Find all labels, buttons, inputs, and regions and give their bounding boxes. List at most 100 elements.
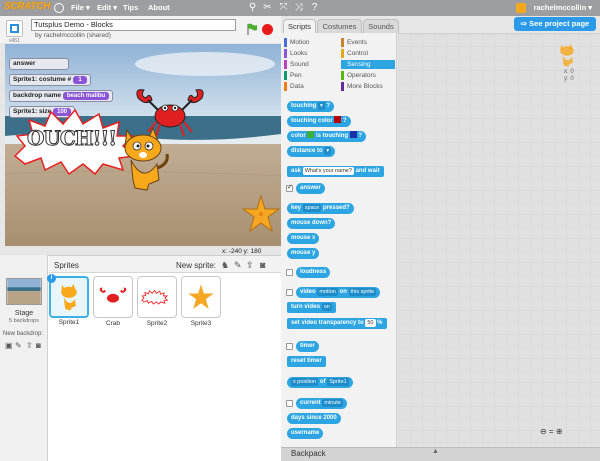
category-pen[interactable]: Pen [284, 71, 338, 80]
attribute-dropdown[interactable]: x position [291, 378, 319, 386]
camera-sprite-icon[interactable]: ◙ [260, 260, 265, 270]
brush-backdrop-icon[interactable]: ✎ [15, 341, 22, 350]
tab-scripts[interactable]: Scripts [283, 19, 316, 33]
monitor-value: beach malibu [62, 92, 110, 100]
paint-sprite-icon[interactable]: ✎ [234, 260, 242, 271]
user-avatar[interactable] [516, 3, 526, 13]
file-menu[interactable]: File ▾ [71, 3, 90, 12]
choose-sprite-icon[interactable]: ♞ [221, 260, 229, 271]
block-set-video-transparency[interactable]: set video transparency to 50 % [287, 318, 387, 329]
category-operators[interactable]: Operators [341, 71, 395, 80]
video-dropdown[interactable]: motion [317, 288, 338, 296]
block-reset-timer[interactable]: reset timer [287, 356, 326, 367]
color-swatch[interactable] [334, 116, 342, 123]
block-color-touching[interactable]: color is touching ? [287, 131, 367, 142]
block-current[interactable]: current minute [296, 398, 347, 409]
block-x-position-of[interactable]: x position of Sprite1 [287, 377, 353, 388]
presentation-mode-button[interactable] [6, 20, 23, 37]
chevron-up-icon[interactable]: ▲ [432, 448, 439, 455]
tab-sounds[interactable]: Sounds [363, 19, 399, 33]
tips-menu[interactable]: Tips [123, 3, 138, 12]
sprite-info-icon[interactable]: i [47, 274, 56, 283]
transparency-input[interactable]: 50 [365, 319, 376, 327]
zoom-controls[interactable]: ⊖ = ⊕ [540, 427, 578, 439]
see-project-page-button[interactable]: ⇨ See project page [514, 17, 596, 31]
shrink-tool-icon[interactable]: ⤨ [293, 2, 304, 13]
category-events[interactable]: Events [341, 38, 395, 47]
turn-video-dropdown[interactable]: on [321, 303, 332, 311]
paint-backdrop-icon[interactable]: ▣ [5, 341, 13, 350]
checkbox-loudness[interactable] [286, 269, 293, 276]
video-target-dropdown[interactable]: this sprite [348, 288, 377, 296]
block-mouse-down[interactable]: mouse down? [287, 218, 336, 229]
grow-tool-icon[interactable]: ⤧ [278, 2, 289, 13]
block-video[interactable]: video motion on this sprite [296, 287, 381, 298]
dropdown[interactable]: ▾ [324, 147, 332, 155]
script-scrollbar[interactable] [592, 40, 596, 440]
block-key-pressed[interactable]: key space pressed? [287, 203, 354, 214]
key-dropdown[interactable]: space [302, 204, 322, 212]
about-menu[interactable]: About [148, 3, 170, 12]
block-username[interactable]: username [287, 428, 324, 439]
block-touching[interactable]: touching ▾ ? [287, 101, 335, 112]
duplicate-tool-icon[interactable]: ⚲ [247, 2, 258, 13]
category-looks[interactable]: Looks [284, 49, 338, 58]
stop-button[interactable] [262, 24, 273, 35]
checkbox-video[interactable] [286, 289, 293, 296]
new-sprite-label: New sprite: [176, 261, 217, 270]
checkbox-timer[interactable] [286, 343, 293, 350]
tab-costumes[interactable]: Costumes [317, 19, 362, 33]
block-touching-color[interactable]: touching color ? [287, 116, 351, 127]
category-more-blocks[interactable]: More Blocks [341, 82, 395, 91]
upload-backdrop-icon[interactable]: ⇪ [26, 341, 33, 350]
block-days-since-2000[interactable]: days since 2000 [287, 413, 341, 424]
category-sensing[interactable]: Sensing [341, 60, 395, 69]
checkbox-current[interactable] [286, 400, 293, 407]
globe-icon[interactable] [54, 3, 64, 13]
color-swatch[interactable] [307, 131, 315, 138]
checkbox-answer[interactable] [286, 183, 293, 192]
current-dropdown[interactable]: minute [322, 399, 343, 407]
target-dropdown[interactable]: Sprite1 [327, 378, 349, 386]
sprite-thumb-sprite3[interactable]: Sprite3 [181, 276, 221, 327]
user-menu[interactable]: rachelmccollin ▾ [534, 3, 592, 12]
block-loudness[interactable]: loudness [296, 267, 331, 278]
starfish-sprite[interactable] [241, 194, 281, 234]
category-data[interactable]: Data [284, 82, 338, 91]
block-turn-video[interactable]: turn video on [287, 302, 336, 313]
category-motion[interactable]: Motion [284, 38, 338, 47]
green-flag-icon[interactable] [246, 23, 258, 35]
block-answer[interactable]: answer [296, 183, 325, 194]
sprite-name: Sprite2 [146, 320, 168, 327]
monitor-backdrop[interactable]: backdrop name beach malibu [9, 90, 114, 102]
block-text: pressed? [323, 205, 350, 211]
monitor-answer[interactable]: answer [9, 58, 70, 70]
block-distance-to[interactable]: distance to ▾ [287, 146, 336, 157]
project-title-input[interactable]: Tutsplus Demo - Blocks [31, 19, 236, 31]
delete-tool-icon[interactable]: ✂ [262, 2, 273, 13]
upload-sprite-icon[interactable]: ⇪ [246, 260, 254, 271]
script-area[interactable] [398, 33, 600, 446]
block-ask[interactable]: ask What's your name? and wait [287, 166, 384, 177]
category-sound[interactable]: Sound [284, 60, 338, 69]
sprite-thumb-crab[interactable]: Crab [93, 276, 133, 327]
scratch-logo[interactable]: SCRATCH [4, 1, 50, 12]
sprite-thumb-sprite2[interactable]: Sprite2 [137, 276, 177, 327]
category-control[interactable]: Control [341, 49, 395, 58]
camera-backdrop-icon[interactable]: ◙ [36, 341, 41, 350]
color-swatch[interactable] [349, 131, 357, 138]
dropdown[interactable]: ▾ [318, 102, 325, 110]
stage-canvas[interactable]: answer Sprite1: costume # 1 backdrop nam… [5, 44, 281, 246]
monitor-costume[interactable]: Sprite1: costume # 1 [9, 74, 91, 86]
stage-thumbnail[interactable] [6, 278, 42, 305]
block-timer[interactable]: timer [296, 341, 319, 352]
help-tool-icon[interactable]: ? [309, 2, 320, 13]
block-mouse-y[interactable]: mouse y [287, 248, 320, 259]
sprite-xy-readout: x: 0 y: 0 [564, 69, 574, 83]
sprite-thumb-sprite1[interactable]: i Sprite1 [47, 274, 89, 326]
cat-sprite[interactable] [113, 124, 173, 194]
ask-input[interactable]: What's your name? [302, 167, 354, 175]
block-mouse-x[interactable]: mouse x [287, 233, 320, 244]
backpack-bar[interactable] [281, 447, 600, 461]
edit-menu[interactable]: Edit ▾ [97, 3, 117, 12]
